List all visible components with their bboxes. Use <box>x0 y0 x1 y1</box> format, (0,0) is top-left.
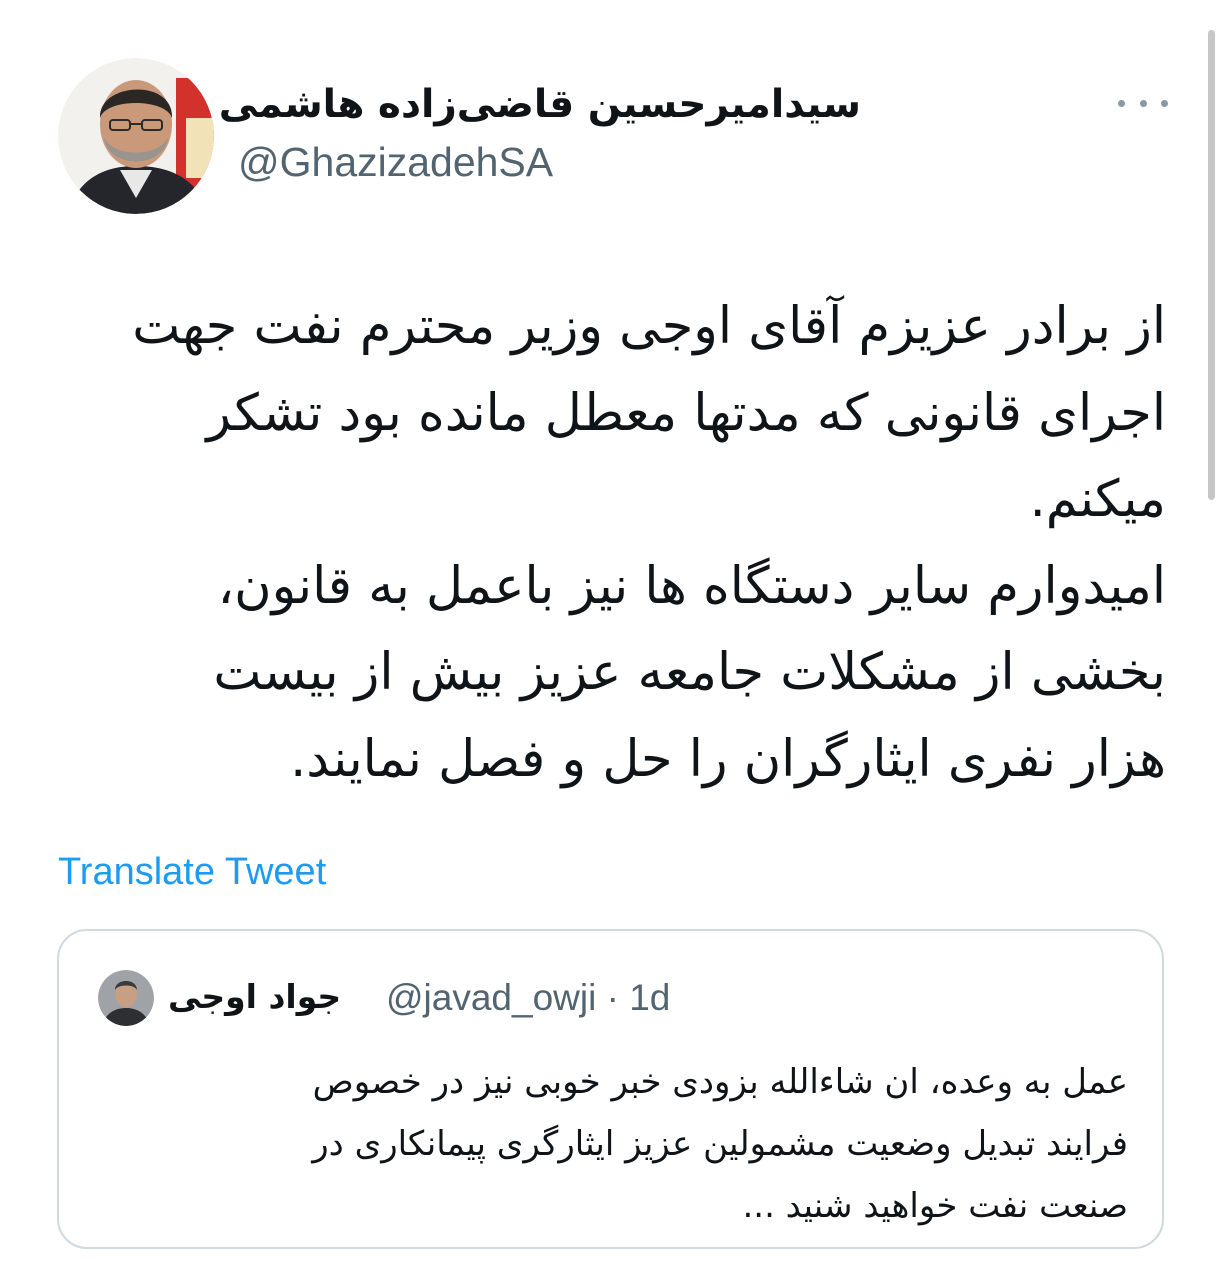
tweet-text-line: میکنم. <box>1029 470 1166 529</box>
quoted-tweet-text: عمل به وعده، ان شاءالله بزودی خبر خوبی ن… <box>88 1051 1128 1237</box>
more-icon <box>1139 99 1147 107</box>
author-avatar-image <box>58 58 214 214</box>
quoted-text-line: فرایند تبدیل وضعیت مشمولین عزیز ایثارگری… <box>312 1124 1128 1164</box>
more-icon <box>1118 99 1125 107</box>
quoted-text-line: صنعت نفت خواهید شنید ... <box>742 1186 1128 1226</box>
author-avatar[interactable] <box>58 58 214 214</box>
quoted-text-line: عمل به وعده، ان شاءالله بزودی خبر خوبی ن… <box>312 1062 1128 1102</box>
scrollbar[interactable] <box>1207 0 1217 1280</box>
quoted-author-display-name: جواد اوجی <box>168 977 342 1016</box>
tweet-text-line: اجرای قانونی که مدتها معطل مانده بود تشک… <box>206 383 1166 443</box>
tweet-text-line: امیدوارم سایر دستگاه ها نیز باعمل به قان… <box>217 556 1166 616</box>
tweet-text-line: از برادر عزیزم آقای اوجی وزیر محترم نفت … <box>132 297 1166 356</box>
more-icon <box>1161 99 1168 107</box>
quoted-author-avatar-image <box>98 970 154 1026</box>
quoted-author-meta: @javad_owji · 1d <box>386 975 670 1021</box>
tweet-text: از برادر عزیزم آقای اوجی وزیر محترم نفت … <box>56 284 1166 803</box>
author-handle[interactable]: @GhazizadehSA <box>238 138 553 186</box>
translate-tweet-link[interactable]: Translate Tweet <box>58 848 326 896</box>
more-options-button[interactable] <box>1118 88 1168 118</box>
quoted-meta-separator: · <box>606 977 619 1018</box>
quoted-author-avatar <box>98 970 154 1026</box>
author-display-name[interactable]: سیدامیرحسین قاضی‌زاده هاشمی <box>219 80 861 130</box>
quoted-author-handle: @javad_owji <box>386 977 597 1018</box>
tweet-view: سیدامیرحسین قاضی‌زاده هاشمی @GhazizadehS… <box>0 0 1223 1280</box>
quoted-tweet-time: 1d <box>629 977 671 1018</box>
scrollbar-thumb[interactable] <box>1208 30 1215 500</box>
tweet-text-line: بخشی از مشکلات جامعه عزیز بیش از بیست <box>213 643 1166 702</box>
tweet-text-line: هزار نفری ایثارگران را حل و فصل نمایند. <box>290 729 1166 789</box>
